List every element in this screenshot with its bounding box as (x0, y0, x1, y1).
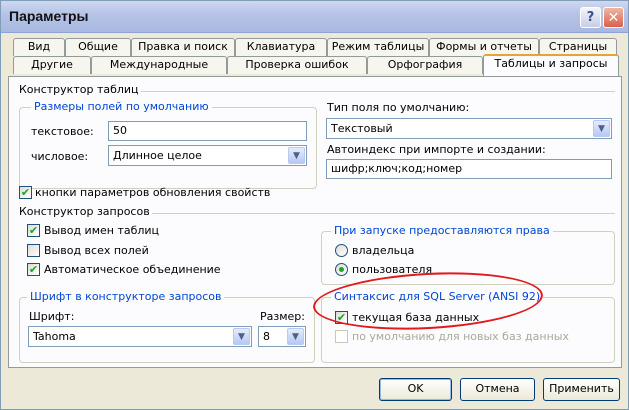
help-button[interactable]: ? (580, 7, 601, 28)
font-group-title: Шрифт в конструкторе запросов (27, 290, 225, 303)
options-dialog: Параметры ? ✕ Вид Общие Правка и поиск К… (0, 0, 629, 410)
user-radio[interactable] (335, 263, 348, 276)
ok-button[interactable]: OK (379, 378, 452, 401)
owner-label: владельца (352, 244, 415, 257)
table-designer-title: Конструктор таблиц (17, 83, 141, 96)
sql-syntax-group-title: Синтаксис для SQL Server (ANSI 92) (331, 290, 544, 303)
number-size-value: Длинное целое (113, 149, 202, 162)
radio-selected-dot (339, 267, 344, 272)
size-label: Размер: (260, 310, 305, 323)
default-new-db-label: по умолчанию для новых баз данных (352, 330, 569, 343)
auto-join-label: Автоматическое объединение (44, 263, 221, 276)
text-size-label: текстовое: (31, 125, 94, 138)
current-db-label: текущая база данных (352, 311, 480, 324)
apply-button[interactable]: Применить (543, 378, 620, 401)
autoindex-input[interactable]: шифр;ключ;код;номер (326, 159, 612, 179)
tab-edit-find[interactable]: Правка и поиск (131, 38, 235, 56)
tab-view[interactable]: Вид (13, 38, 65, 56)
field-type-value: Текстовый (331, 122, 393, 135)
size-value: 8 (263, 330, 270, 343)
chevron-down-icon[interactable]: ▼ (233, 328, 250, 345)
window-title: Параметры (9, 8, 89, 24)
checkmark-icon: ✔ (28, 224, 39, 237)
size-select[interactable]: 8 ▼ (258, 326, 306, 347)
field-type-select[interactable]: Текстовый ▼ (326, 118, 612, 139)
close-button[interactable]: ✕ (603, 7, 624, 28)
owner-radio[interactable] (335, 244, 348, 257)
show-table-names-label: Вывод имен таблиц (44, 224, 160, 237)
font-label: Шрифт: (29, 310, 75, 323)
field-sizes-group-title: Размеры полей по умолчанию (31, 100, 212, 113)
permissions-group-title: При запуске предоставляются права (331, 224, 553, 237)
field-type-label: Тип поля по умолчанию: (327, 101, 470, 114)
tab-spelling[interactable]: Орфография (367, 56, 483, 74)
text-size-input[interactable]: 50 (108, 121, 307, 141)
cancel-button[interactable]: Отмена (460, 378, 535, 401)
tab-other[interactable]: Другие (13, 56, 91, 74)
number-size-select[interactable]: Длинное целое ▼ (108, 145, 307, 166)
title-bar[interactable]: Параметры ? ✕ (1, 1, 628, 33)
tab-panel: Конструктор таблиц Размеры полей по умол… (8, 76, 622, 368)
show-table-names-checkbox[interactable]: ✔ (27, 224, 40, 237)
close-icon: ✕ (607, 9, 620, 26)
checkmark-icon: ✔ (28, 263, 39, 276)
chevron-down-icon[interactable]: ▼ (287, 328, 304, 345)
permissions-group (321, 231, 615, 285)
checkmark-icon: ✔ (336, 311, 347, 324)
default-new-db-checkbox[interactable] (335, 330, 348, 343)
autoindex-label: Автоиндекс при импорте и создании: (327, 143, 546, 156)
tab-keyboard[interactable]: Клавиатура (235, 38, 327, 56)
help-icon: ? (586, 10, 595, 25)
query-designer-title: Конструктор запросов (17, 205, 152, 218)
divider (145, 213, 615, 214)
tab-international[interactable]: Международные (91, 56, 227, 74)
chevron-down-icon[interactable]: ▼ (593, 120, 610, 137)
auto-join-checkbox[interactable]: ✔ (27, 263, 40, 276)
tab-error-checking[interactable]: Проверка ошибок (227, 56, 367, 74)
user-label: пользователя (352, 263, 433, 276)
font-value: Tahoma (33, 330, 76, 343)
output-all-fields-checkbox[interactable] (27, 244, 40, 257)
font-select[interactable]: Tahoma ▼ (28, 326, 252, 347)
current-db-checkbox[interactable]: ✔ (335, 311, 348, 324)
property-buttons-checkbox[interactable]: ✔ (19, 186, 32, 199)
checkmark-icon: ✔ (20, 186, 31, 199)
tab-general[interactable]: Общие (65, 38, 131, 56)
number-size-label: числовое: (31, 150, 89, 163)
tab-datasheet[interactable]: Режим таблицы (327, 38, 429, 56)
output-all-fields-label: Вывод всех полей (44, 244, 149, 257)
chevron-down-icon[interactable]: ▼ (288, 147, 305, 164)
divider (139, 91, 615, 92)
tab-tables-queries[interactable]: Таблицы и запросы (483, 54, 619, 76)
property-buttons-label: кнопки параметров обновления свойств (35, 186, 271, 199)
